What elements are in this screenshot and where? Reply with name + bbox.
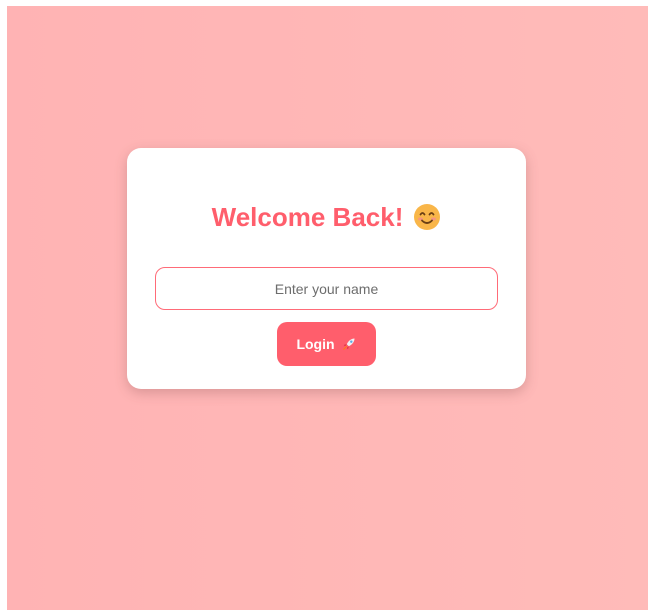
page-background: Welcome Back! Login — [7, 6, 648, 610]
login-button-label: Login — [296, 336, 335, 352]
rocket-icon — [342, 338, 355, 350]
login-card: Welcome Back! Login — [127, 148, 526, 389]
title-row: Welcome Back! — [127, 200, 526, 234]
smiley-emoji-icon — [414, 204, 441, 230]
name-input[interactable] — [155, 267, 498, 310]
login-button[interactable]: Login — [277, 322, 376, 366]
welcome-title: Welcome Back! — [211, 202, 404, 232]
